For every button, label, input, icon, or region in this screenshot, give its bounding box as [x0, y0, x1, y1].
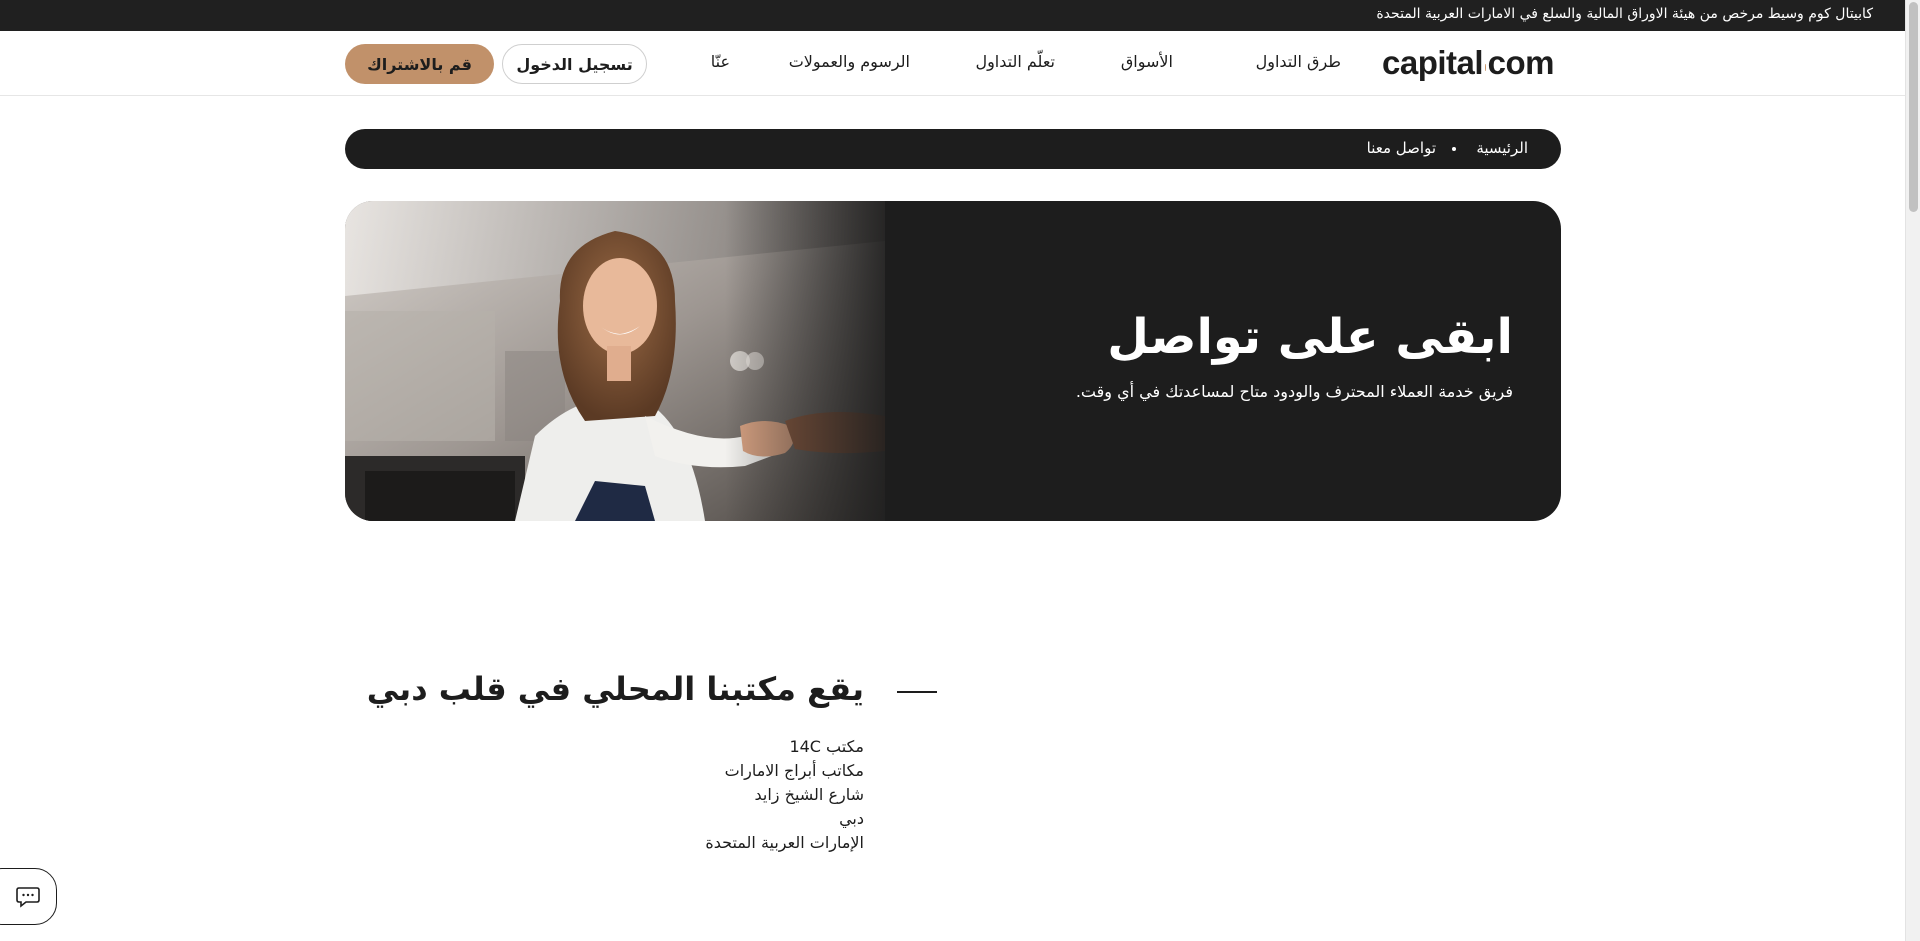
breadcrumb-separator — [1452, 147, 1456, 151]
breadcrumb: الرئيسية تواصل معنا — [345, 129, 1561, 169]
address-line-building: مكاتب أبراج الامارات — [724, 761, 864, 780]
address-line-country: الإمارات العربية المتحدة — [705, 833, 864, 852]
office-section-title: يقع مكتبنا المحلي في قلب دبي — [366, 670, 864, 708]
site-header: capital com طرق التداول الأسواق تعلّم الت… — [0, 31, 1905, 96]
capital-com-logo[interactable]: capital com — [1382, 44, 1555, 82]
hero-subtitle: فريق خدمة العملاء المحترف والودود متاح ل… — [1075, 382, 1513, 401]
nav-fees[interactable]: الرسوم والعمولات — [789, 52, 910, 71]
regulation-text: كابيتال كوم وسيط مرخص من هيئة الاوراق ال… — [1376, 6, 1873, 22]
nav-about[interactable]: عنّا — [711, 52, 730, 71]
hero-banner: ابقى على تواصل فريق خدمة العملاء المحترف… — [345, 201, 1561, 521]
nav-markets[interactable]: الأسواق — [1121, 52, 1173, 71]
logo-text-right: com — [1487, 44, 1555, 81]
address-line-street: شارع الشيخ زايد — [754, 785, 865, 804]
hero-image-fade — [725, 201, 905, 521]
address-line-city: دبي — [839, 809, 864, 828]
page-scrollbar[interactable] — [1905, 0, 1920, 941]
nav-trading-methods[interactable]: طرق التداول — [1256, 52, 1341, 71]
nav-learn-trading[interactable]: تعلّم التداول — [975, 52, 1055, 71]
breadcrumb-current: تواصل معنا — [1366, 139, 1436, 157]
chat-button[interactable] — [0, 868, 57, 925]
login-button[interactable]: تسجيل الدخول — [502, 44, 647, 84]
section-divider-line — [897, 691, 937, 693]
regulation-banner: كابيتال كوم وسيط مرخص من هيئة الاوراق ال… — [0, 0, 1905, 31]
scrollbar-thumb[interactable] — [1909, 2, 1918, 212]
address-line-office: مكتب 14C — [789, 737, 864, 756]
logo-dot — [1485, 63, 1486, 71]
chat-icon — [15, 886, 40, 908]
signup-button[interactable]: قم بالاشتراك — [345, 44, 494, 84]
breadcrumb-home[interactable]: الرئيسية — [1476, 139, 1528, 157]
logo-text-left: capital — [1382, 44, 1484, 81]
hero-title: ابقى على تواصل — [1107, 309, 1513, 365]
